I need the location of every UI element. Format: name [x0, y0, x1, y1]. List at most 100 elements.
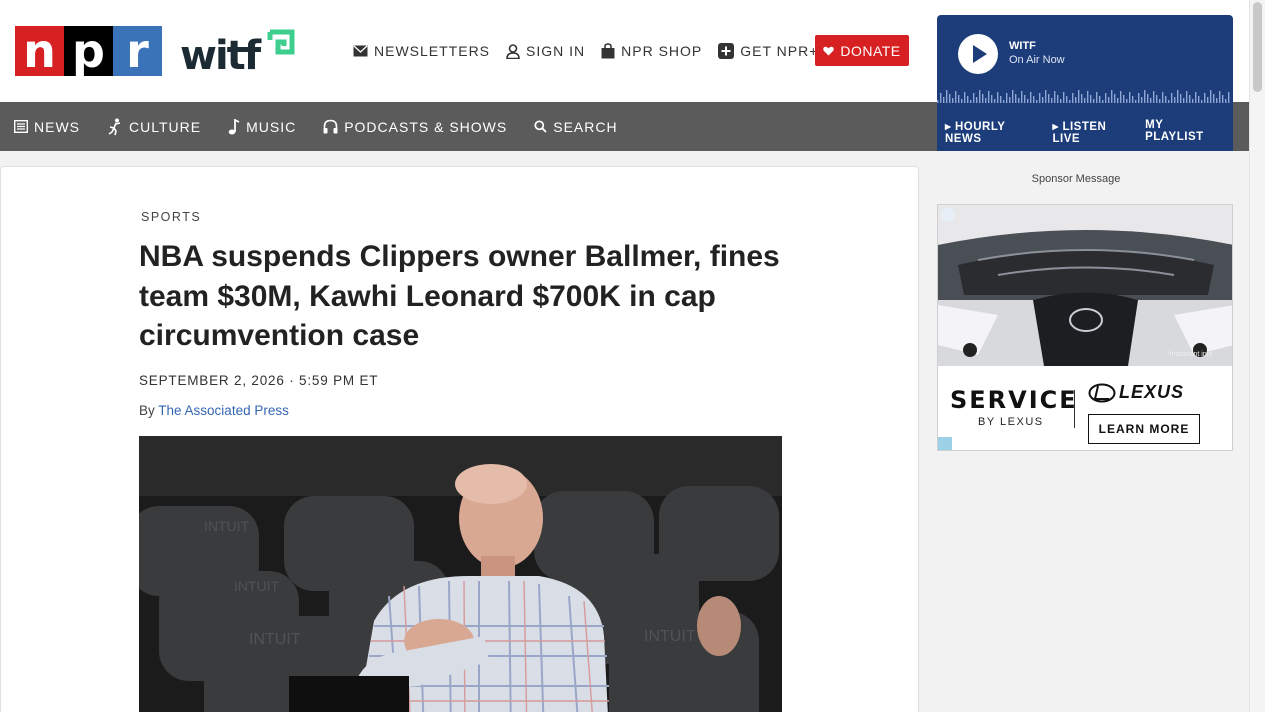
- wave-bar: [955, 91, 957, 103]
- newsletters-label: NEWSLETTERS: [374, 43, 491, 59]
- wave-bar: [958, 95, 960, 103]
- wave-bar: [1066, 96, 1068, 103]
- wave-bar: [1036, 100, 1038, 103]
- wave-bar: [985, 98, 987, 103]
- wave-bar: [1150, 98, 1152, 103]
- wave-bar: [1141, 97, 1143, 103]
- npr-logo[interactable]: n p r: [15, 26, 162, 76]
- witf-logo[interactable]: witf: [180, 28, 300, 76]
- byline-prefix: By: [139, 403, 155, 418]
- wave-bar: [1219, 91, 1221, 103]
- headphones-icon: [323, 119, 338, 134]
- wave-bar: [1060, 99, 1062, 103]
- wave-bar: [1216, 98, 1218, 103]
- hourly-news-link[interactable]: ▸ HOURLY NEWS: [945, 119, 1043, 145]
- wave-bar: [1159, 99, 1161, 103]
- lexus-emblem-icon: [1088, 383, 1116, 402]
- culture-icon: [108, 118, 121, 135]
- wave-bar: [1072, 93, 1074, 103]
- newsletters-link[interactable]: NEWSLETTERS: [353, 43, 490, 59]
- my-playlist-link[interactable]: MY PLAYLIST: [1145, 119, 1223, 145]
- wave-bar: [1099, 96, 1101, 103]
- wave-bar: [1192, 99, 1194, 103]
- wave-bar: [1084, 98, 1086, 103]
- wave-bar: [940, 93, 942, 103]
- adchoices-icon[interactable]: [938, 437, 952, 450]
- wave-bar: [1102, 100, 1104, 103]
- wave-bar: [1171, 93, 1173, 103]
- witf-logo-text: witf: [180, 33, 261, 79]
- wave-bar: [1114, 94, 1116, 103]
- wave-bar: [976, 97, 978, 103]
- donate-label: DONATE: [840, 42, 901, 59]
- wave-bar: [1078, 90, 1080, 103]
- wave-bar: [982, 94, 984, 103]
- lexus-ad[interactable]: *Important info SERVICE BY LEXUS LEXUS L…: [937, 204, 1233, 451]
- wave-bar: [1213, 94, 1215, 103]
- wave-bar: [943, 97, 945, 103]
- learn-more-button[interactable]: LEARN MORE: [1088, 414, 1200, 444]
- wave-bar: [1210, 90, 1212, 103]
- wave-bar: [1087, 91, 1089, 103]
- wave-bar: [1018, 98, 1020, 103]
- wave-bar: [973, 93, 975, 103]
- music-note-icon: [228, 118, 240, 134]
- ad-copy: SERVICE BY LEXUS LEXUS LEARN MORE: [938, 366, 1214, 450]
- listen-live-link[interactable]: ▸ LISTEN LIVE: [1053, 119, 1136, 145]
- sign-in-link[interactable]: SIGN IN: [506, 43, 585, 59]
- scrollbar-thumb[interactable]: [1253, 2, 1262, 92]
- wave-bar: [1129, 92, 1131, 103]
- witf-logo-mark: [267, 29, 295, 55]
- section-label[interactable]: SPORTS: [141, 210, 201, 224]
- wave-bar: [1033, 96, 1035, 103]
- wave-bar: [1222, 95, 1224, 103]
- nav-item-podcasts[interactable]: PODCASTS & SHOWS: [323, 119, 507, 135]
- get-npr-plus-label: GET NPR+: [740, 43, 819, 59]
- play-icon[interactable]: [958, 34, 998, 74]
- wave-bar: [1111, 90, 1113, 103]
- wave-bar: [1117, 98, 1119, 103]
- wave-bar: [1009, 97, 1011, 103]
- nav-item-search[interactable]: SEARCH: [534, 119, 617, 135]
- donate-button[interactable]: DONATE: [815, 35, 909, 66]
- page-scrollbar[interactable]: [1249, 0, 1265, 712]
- article-dateline: SEPTEMBER 2, 2026 · 5:59 PM ET: [139, 373, 379, 388]
- lexus-wordmark: LEXUS: [1119, 382, 1185, 402]
- wave-bar: [1024, 95, 1026, 103]
- wave-bar: [1027, 99, 1029, 103]
- wave-bar: [1000, 96, 1002, 103]
- article-byline: By The Associated Press: [139, 403, 289, 418]
- wave-bar: [1126, 99, 1128, 103]
- nav-item-news[interactable]: NEWS: [14, 119, 80, 135]
- author-link[interactable]: The Associated Press: [158, 403, 289, 418]
- wave-bar: [961, 99, 963, 103]
- nav-podcasts-label: PODCASTS & SHOWS: [344, 118, 508, 135]
- nav-item-music[interactable]: MUSIC: [228, 118, 296, 135]
- wave-bar: [1228, 92, 1230, 103]
- wave-bar: [970, 100, 972, 103]
- nav-item-culture[interactable]: CULTURE: [107, 118, 201, 136]
- wave-bar: [1204, 93, 1206, 103]
- wave-bar: [991, 95, 993, 103]
- wave-bar: [1207, 97, 1209, 103]
- ad-divider: [1074, 390, 1075, 428]
- ad-badge-icon[interactable]: [941, 208, 955, 222]
- get-npr-plus-link[interactable]: GET NPR+: [718, 43, 818, 59]
- wave-bar: [949, 94, 951, 103]
- wave-bar: [1042, 97, 1044, 103]
- wave-bar: [1180, 94, 1182, 103]
- wave-bar: [1153, 91, 1155, 103]
- wave-bar: [1189, 95, 1191, 103]
- utility-nav: NEWSLETTERS SIGN IN NPR SHOP GET NPR+: [353, 40, 834, 62]
- heart-icon: [823, 46, 835, 55]
- wave-bar: [1069, 100, 1071, 103]
- wave-bar: [1168, 100, 1170, 103]
- wave-bar: [952, 98, 954, 103]
- wave-bar: [1162, 92, 1164, 103]
- wave-bar: [1081, 94, 1083, 103]
- wave-bar: [1051, 98, 1053, 103]
- lexus-logo: LEXUS: [1088, 382, 1184, 403]
- npr-shop-link[interactable]: NPR SHOP: [601, 43, 702, 59]
- ad-disclaimer[interactable]: *Important info: [1167, 351, 1213, 358]
- wave-bar: [964, 92, 966, 103]
